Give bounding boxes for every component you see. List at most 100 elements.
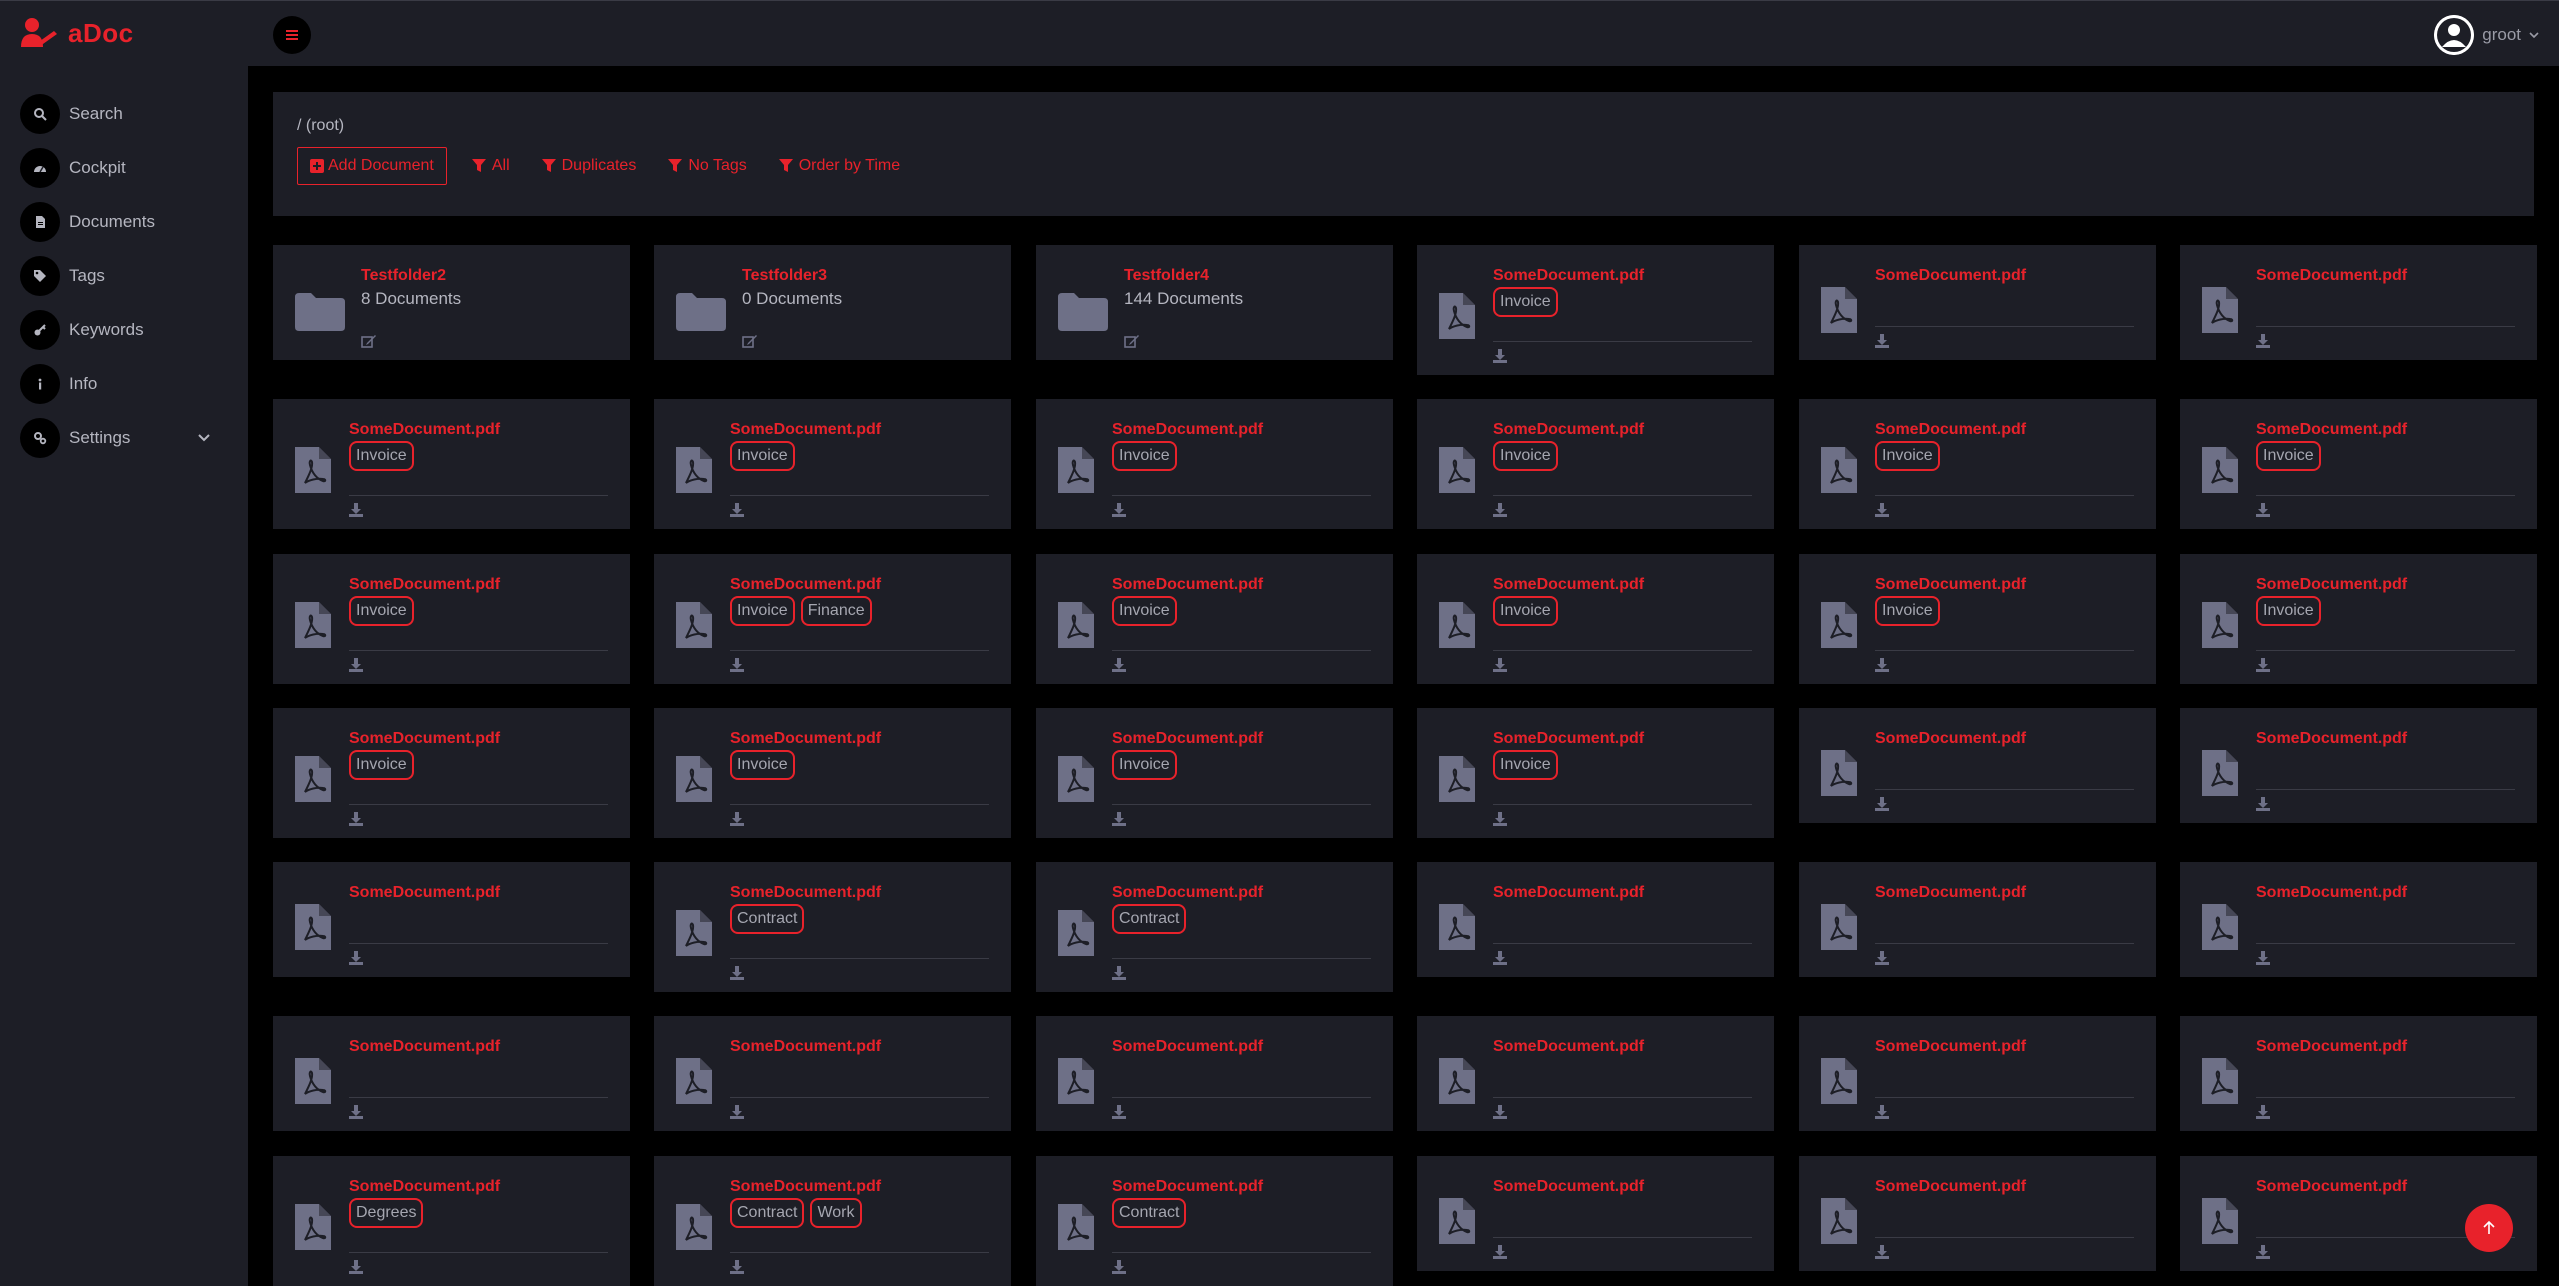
- document-card[interactable]: SomeDocument.pdf Invoice: [1417, 708, 1774, 838]
- document-card[interactable]: SomeDocument.pdf Invoice: [1036, 708, 1393, 838]
- breadcrumb[interactable]: / (root): [297, 117, 344, 135]
- document-card[interactable]: SomeDocument.pdf Invoice: [1417, 554, 1774, 684]
- document-card[interactable]: SomeDocument.pdf: [1417, 1156, 1774, 1271]
- filter-order-by-time[interactable]: Order by Time: [778, 157, 900, 175]
- document-name[interactable]: SomeDocument.pdf: [730, 730, 881, 748]
- tag-badge[interactable]: Invoice: [730, 596, 795, 626]
- sidebar-item-info[interactable]: Info: [20, 357, 220, 411]
- download-button[interactable]: [1112, 1260, 1126, 1279]
- download-button[interactable]: [1875, 797, 1889, 816]
- download-button[interactable]: [730, 812, 744, 831]
- tag-badge[interactable]: Contract: [730, 1198, 805, 1228]
- download-button[interactable]: [349, 812, 363, 831]
- download-button[interactable]: [730, 503, 744, 522]
- document-name[interactable]: SomeDocument.pdf: [1493, 884, 1644, 902]
- download-button[interactable]: [1112, 658, 1126, 677]
- document-card[interactable]: SomeDocument.pdf Invoice: [273, 708, 630, 838]
- document-name[interactable]: SomeDocument.pdf: [349, 1038, 500, 1056]
- document-card[interactable]: SomeDocument.pdf Invoice: [2180, 399, 2537, 529]
- sidebar-item-documents[interactable]: Documents: [20, 195, 220, 249]
- sidebar-item-search[interactable]: Search: [20, 87, 220, 141]
- document-card[interactable]: SomeDocument.pdf: [2180, 862, 2537, 977]
- document-card[interactable]: SomeDocument.pdf: [1417, 1016, 1774, 1131]
- document-name[interactable]: SomeDocument.pdf: [730, 1178, 881, 1196]
- download-button[interactable]: [2256, 1105, 2270, 1124]
- document-card[interactable]: SomeDocument.pdf Contract: [1036, 862, 1393, 992]
- download-button[interactable]: [730, 1105, 744, 1124]
- filter-duplicates[interactable]: Duplicates: [541, 157, 636, 175]
- document-name[interactable]: SomeDocument.pdf: [1112, 730, 1263, 748]
- document-name[interactable]: SomeDocument.pdf: [1493, 1038, 1644, 1056]
- scroll-to-top-button[interactable]: [2465, 1204, 2513, 1252]
- document-card[interactable]: SomeDocument.pdf: [1799, 862, 2156, 977]
- download-button[interactable]: [1493, 503, 1507, 522]
- document-card[interactable]: SomeDocument.pdf: [2180, 245, 2537, 360]
- document-card[interactable]: SomeDocument.pdf: [1799, 245, 2156, 360]
- document-card[interactable]: SomeDocument.pdf: [1799, 1156, 2156, 1271]
- tag-badge[interactable]: Contract: [1112, 1198, 1187, 1228]
- tag-badge[interactable]: Invoice: [730, 441, 795, 471]
- sidebar-item-cockpit[interactable]: Cockpit: [20, 141, 220, 195]
- folder-card[interactable]: Testfolder2 8 Documents: [273, 245, 630, 360]
- document-name[interactable]: SomeDocument.pdf: [1493, 576, 1644, 594]
- download-button[interactable]: [1875, 658, 1889, 677]
- document-card[interactable]: SomeDocument.pdf Invoice: [654, 708, 1011, 838]
- download-button[interactable]: [730, 658, 744, 677]
- document-name[interactable]: SomeDocument.pdf: [2256, 884, 2407, 902]
- tag-badge[interactable]: Invoice: [1493, 750, 1558, 780]
- document-name[interactable]: SomeDocument.pdf: [349, 1178, 500, 1196]
- document-name[interactable]: SomeDocument.pdf: [1493, 730, 1644, 748]
- document-card[interactable]: SomeDocument.pdf Invoice: [1036, 554, 1393, 684]
- brand[interactable]: aDoc: [20, 17, 134, 49]
- tag-badge[interactable]: Work: [810, 1198, 862, 1228]
- tag-badge[interactable]: Invoice: [349, 441, 414, 471]
- document-name[interactable]: SomeDocument.pdf: [1875, 267, 2026, 285]
- tag-badge[interactable]: Invoice: [1112, 441, 1177, 471]
- edit-folder-button[interactable]: [742, 334, 758, 353]
- folder-name[interactable]: Testfolder3: [742, 267, 827, 285]
- download-button[interactable]: [1493, 1105, 1507, 1124]
- download-button[interactable]: [1493, 1245, 1507, 1264]
- download-button[interactable]: [1493, 658, 1507, 677]
- document-name[interactable]: SomeDocument.pdf: [1112, 1038, 1263, 1056]
- document-name[interactable]: SomeDocument.pdf: [1875, 576, 2026, 594]
- document-name[interactable]: SomeDocument.pdf: [349, 576, 500, 594]
- download-button[interactable]: [1112, 1105, 1126, 1124]
- tag-badge[interactable]: Degrees: [349, 1198, 424, 1228]
- tag-badge[interactable]: Invoice: [1875, 596, 1940, 626]
- download-button[interactable]: [2256, 334, 2270, 353]
- document-card[interactable]: SomeDocument.pdf: [654, 1016, 1011, 1131]
- download-button[interactable]: [1112, 966, 1126, 985]
- document-name[interactable]: SomeDocument.pdf: [1875, 730, 2026, 748]
- document-name[interactable]: SomeDocument.pdf: [1493, 267, 1644, 285]
- download-button[interactable]: [1875, 1245, 1889, 1264]
- download-button[interactable]: [2256, 658, 2270, 677]
- document-card[interactable]: SomeDocument.pdf Invoice Finance: [654, 554, 1011, 684]
- download-button[interactable]: [730, 1260, 744, 1279]
- document-card[interactable]: SomeDocument.pdf Invoice: [1799, 399, 2156, 529]
- document-card[interactable]: SomeDocument.pdf Contract: [654, 862, 1011, 992]
- document-name[interactable]: SomeDocument.pdf: [349, 421, 500, 439]
- tag-badge[interactable]: Invoice: [1112, 750, 1177, 780]
- download-button[interactable]: [1875, 951, 1889, 970]
- add-document-button[interactable]: Add Document: [297, 147, 447, 185]
- document-name[interactable]: SomeDocument.pdf: [2256, 730, 2407, 748]
- document-name[interactable]: SomeDocument.pdf: [2256, 421, 2407, 439]
- download-button[interactable]: [1493, 812, 1507, 831]
- folder-card[interactable]: Testfolder4 144 Documents: [1036, 245, 1393, 360]
- download-button[interactable]: [2256, 503, 2270, 522]
- edit-folder-button[interactable]: [361, 334, 377, 353]
- document-name[interactable]: SomeDocument.pdf: [349, 730, 500, 748]
- sidebar-item-settings[interactable]: Settings: [20, 411, 220, 465]
- document-card[interactable]: SomeDocument.pdf Invoice: [1036, 399, 1393, 529]
- document-card[interactable]: SomeDocument.pdf Contract Work: [654, 1156, 1011, 1286]
- download-button[interactable]: [2256, 951, 2270, 970]
- tag-badge[interactable]: Invoice: [349, 750, 414, 780]
- tag-badge[interactable]: Invoice: [1875, 441, 1940, 471]
- document-card[interactable]: SomeDocument.pdf: [1799, 708, 2156, 823]
- document-name[interactable]: SomeDocument.pdf: [1112, 884, 1263, 902]
- download-button[interactable]: [2256, 1245, 2270, 1264]
- download-button[interactable]: [1493, 951, 1507, 970]
- document-name[interactable]: SomeDocument.pdf: [1112, 1178, 1263, 1196]
- folder-card[interactable]: Testfolder3 0 Documents: [654, 245, 1011, 360]
